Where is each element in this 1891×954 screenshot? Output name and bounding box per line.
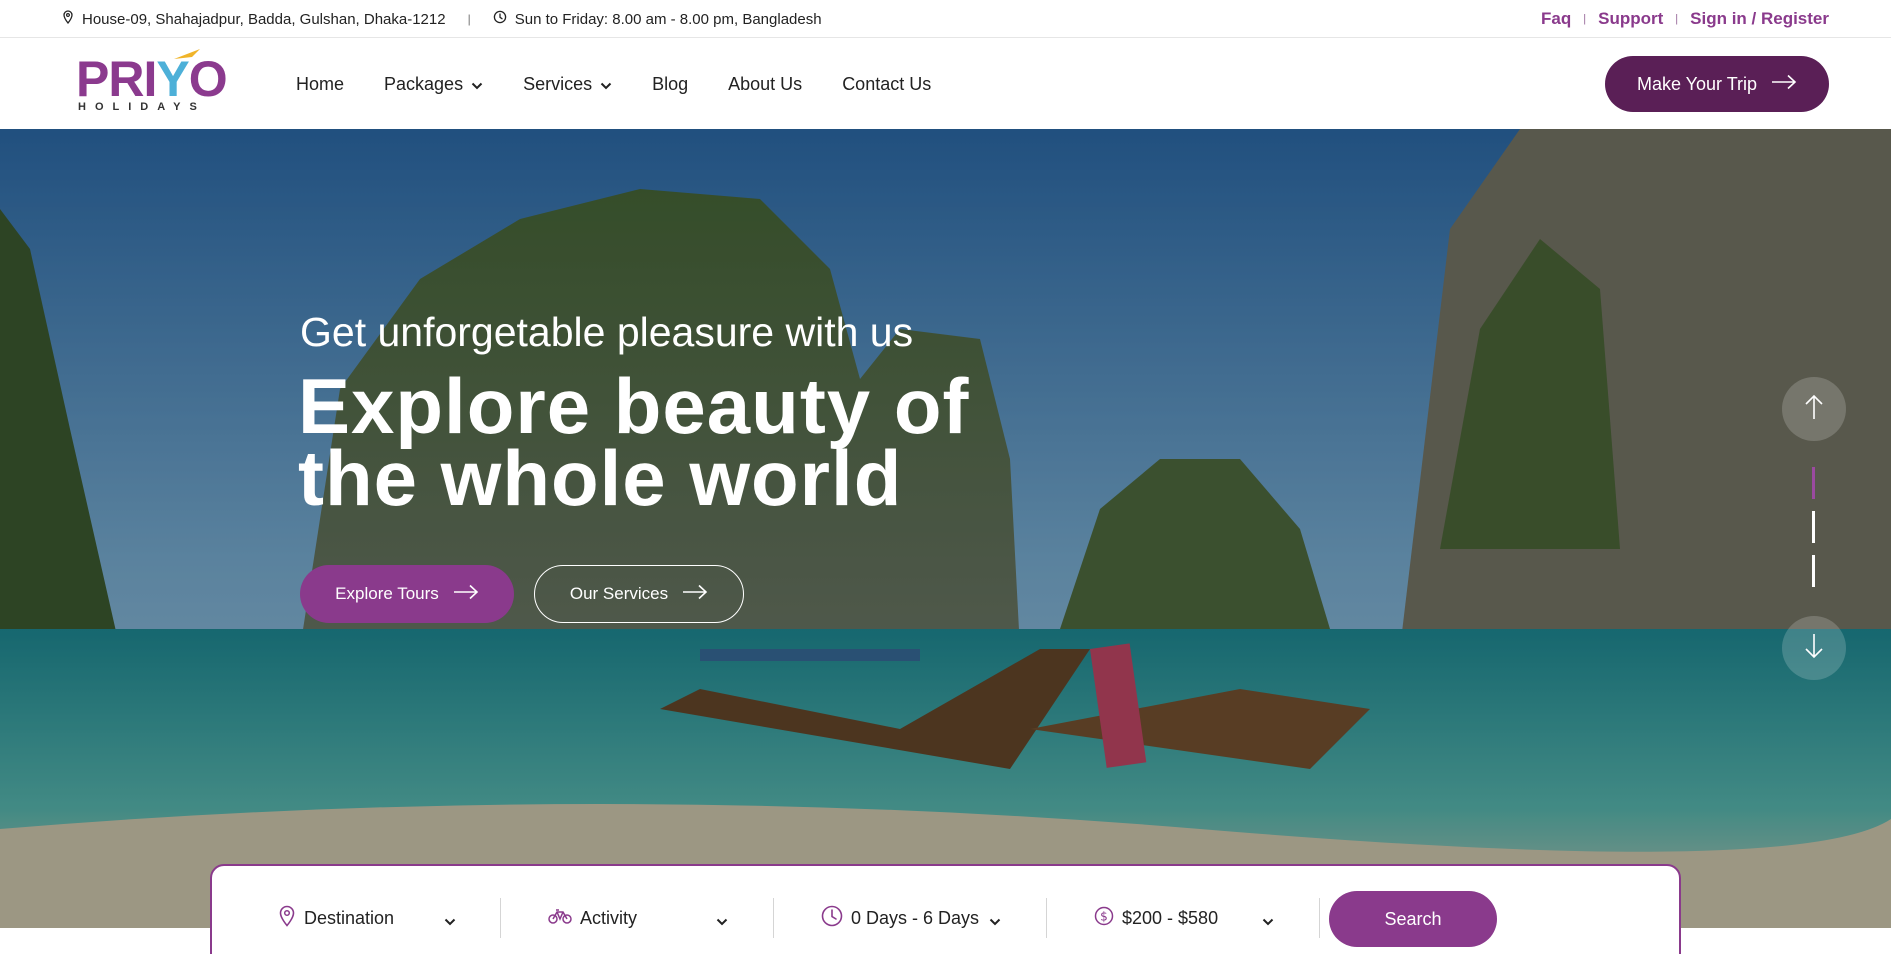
trip-search-bar: Destination Activity 0 Days - 6 Days $ $… [210, 864, 1681, 954]
slide-next-button[interactable] [1782, 616, 1846, 680]
svg-text:$: $ [1100, 909, 1108, 923]
bicycle-icon [548, 908, 572, 929]
search-button[interactable]: Search [1329, 891, 1497, 947]
chevron-down-icon [444, 910, 456, 931]
slide-dot[interactable] [1812, 511, 1815, 543]
nav-label: Contact Us [842, 73, 932, 94]
nav-label: Blog [652, 73, 689, 94]
nav-label: About Us [728, 73, 803, 94]
support-link[interactable]: Support [1598, 9, 1663, 29]
slide-prev-button[interactable] [1782, 377, 1846, 441]
top-info-bar: House-09, Shahajadpur, Badda, Gulshan, D… [0, 0, 1891, 38]
hero-kicker: Get unforgetable pleasure with us [300, 309, 914, 355]
arrow-right-icon [682, 584, 708, 605]
slide-indicators [1812, 467, 1816, 599]
address-item: House-09, Shahajadpur, Badda, Gulshan, D… [62, 10, 446, 28]
chevron-down-icon [989, 910, 1001, 931]
nav-label: Services [523, 73, 593, 94]
make-your-trip-button[interactable]: Make Your Trip [1605, 56, 1829, 112]
arrow-down-icon [1804, 633, 1824, 664]
price-value: $200 - $580 [1122, 907, 1219, 928]
our-services-button[interactable]: Our Services [534, 565, 744, 623]
location-pin-icon [62, 10, 74, 28]
nav-home[interactable]: Home [296, 74, 344, 95]
cta-label: Make Your Trip [1636, 73, 1758, 94]
field-divider [500, 898, 501, 938]
chevron-down-icon [1262, 910, 1274, 931]
activity-value: Activity [580, 907, 638, 928]
top-links: Faq | Support | Sign in / Register [1541, 0, 1829, 38]
site-logo[interactable]: PRIYO HOLIDAYS [76, 49, 228, 115]
chevron-down-icon [600, 74, 612, 95]
field-divider [1046, 898, 1047, 938]
slide-dot[interactable] [1812, 555, 1815, 587]
nav-blog[interactable]: Blog [652, 74, 688, 95]
nav-label: Home [296, 73, 345, 94]
slide-dot[interactable] [1812, 467, 1815, 499]
nav-about-us[interactable]: About Us [728, 74, 802, 95]
hours-item: Sun to Friday: 8.00 am - 8.00 pm, Bangla… [493, 10, 822, 28]
arrow-right-icon [1771, 74, 1797, 95]
destination-select[interactable]: Destination [278, 898, 456, 938]
activity-select[interactable]: Activity [548, 898, 728, 938]
explore-tours-button[interactable]: Explore Tours [300, 565, 514, 623]
link-separator: | [1583, 13, 1587, 25]
nav-services[interactable]: Services [523, 74, 612, 95]
contact-info: House-09, Shahajadpur, Badda, Gulshan, D… [62, 0, 822, 38]
arrow-right-icon [453, 584, 479, 605]
info-separator: | [467, 12, 471, 26]
main-nav: Home Packages Services Blog About Us Con… [296, 39, 931, 129]
button-label: Our Services [569, 584, 669, 603]
arrow-up-icon [1804, 394, 1824, 425]
signin-register-link[interactable]: Sign in / Register [1690, 9, 1829, 29]
address-text: House-09, Shahajadpur, Badda, Gulshan, D… [82, 10, 446, 28]
nav-label: Packages [384, 73, 464, 94]
location-pin-icon [278, 905, 296, 932]
duration-value: 0 Days - 6 Days [851, 907, 980, 928]
duration-select[interactable]: 0 Days - 6 Days [821, 898, 1001, 938]
nav-packages[interactable]: Packages [384, 74, 483, 95]
hours-text: Sun to Friday: 8.00 am - 8.00 pm, Bangla… [514, 10, 822, 28]
clock-icon [821, 905, 843, 932]
hero-overlay [0, 129, 1891, 928]
field-divider [1319, 898, 1320, 938]
main-header: PRIYO HOLIDAYS Home Packages Services Bl… [0, 39, 1891, 129]
chevron-down-icon [471, 74, 483, 95]
logo-wordmark: PRIYO [76, 51, 228, 107]
destination-value: Destination [304, 907, 395, 928]
hero-title: Explore beauty of the whole world [298, 362, 970, 522]
chevron-down-icon [716, 910, 728, 931]
link-separator: | [1675, 13, 1679, 25]
dollar-icon: $ [1094, 906, 1114, 931]
field-divider [773, 898, 774, 938]
clock-icon [493, 10, 507, 28]
faq-link[interactable]: Faq [1541, 9, 1571, 29]
hero-slider: Get unforgetable pleasure with us Explor… [0, 129, 1891, 928]
logo-subtitle: HOLIDAYS [78, 101, 206, 113]
button-label: Explore Tours [335, 584, 439, 603]
price-select[interactable]: $ $200 - $580 [1094, 898, 1274, 938]
nav-contact-us[interactable]: Contact Us [842, 74, 931, 95]
